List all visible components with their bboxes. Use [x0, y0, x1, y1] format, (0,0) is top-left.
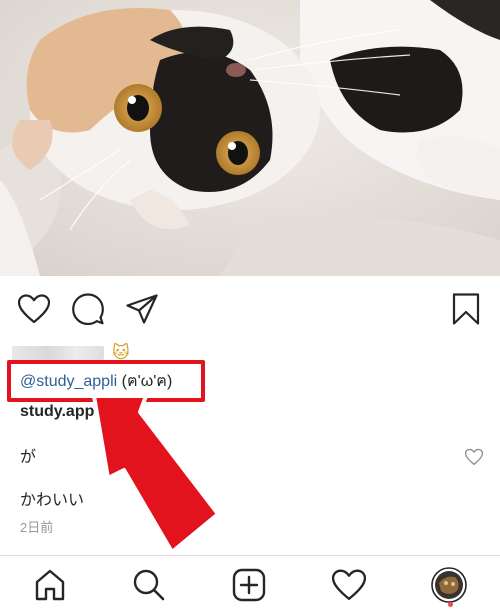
comment-2: かわいい: [20, 492, 85, 509]
add-post-icon: [232, 568, 266, 602]
share-button[interactable]: [125, 292, 159, 326]
caption-username[interactable]: study.appli: [20, 403, 103, 420]
share-icon: [126, 294, 158, 324]
like-button[interactable]: [17, 292, 51, 326]
blurred-username: [12, 346, 104, 360]
nav-profile[interactable]: [431, 567, 467, 603]
comment-like-button[interactable]: [464, 448, 484, 466]
cat-illustration: [0, 0, 500, 276]
bookmark-icon: [452, 293, 480, 325]
nav-home[interactable]: [32, 567, 68, 603]
comment-1: が: [20, 449, 37, 466]
notification-dot: [448, 602, 453, 607]
post-photo[interactable]: [0, 0, 500, 276]
nav-activity[interactable]: [331, 567, 367, 603]
caption-line: study.appli ねこ: [20, 402, 139, 422]
nav-search[interactable]: [131, 567, 167, 603]
post-actions-bar: [0, 276, 500, 340]
profile-avatar: [431, 567, 467, 603]
mention-highlight-box: [7, 360, 205, 402]
post-timestamp: 2日前: [20, 520, 54, 535]
comment-icon: [72, 293, 104, 325]
comment-button[interactable]: [71, 292, 105, 326]
nav-add-post[interactable]: [231, 567, 267, 603]
caption-text: ねこ: [107, 403, 140, 420]
bottom-nav: [0, 555, 500, 614]
heart-icon: [18, 294, 50, 324]
heart-icon: [464, 448, 484, 466]
home-icon: [35, 569, 65, 601]
activity-heart-icon: [332, 569, 366, 600]
save-button[interactable]: [449, 292, 483, 326]
search-icon: [133, 569, 165, 601]
